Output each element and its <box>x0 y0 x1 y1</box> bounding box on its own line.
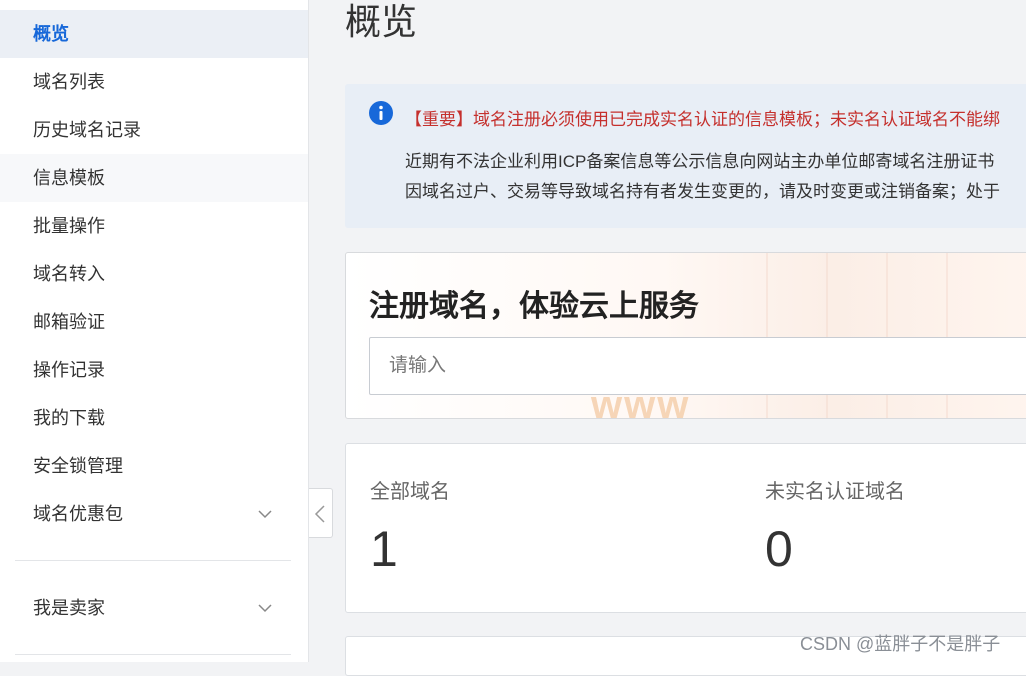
stat-label-all-domains: 全部域名 <box>370 481 450 503</box>
register-title: 注册域名，体验云上服务 <box>369 290 699 323</box>
domain-search-input[interactable]: 请输入 <box>369 337 1026 395</box>
info-icon <box>369 101 393 125</box>
sidebar-item-overview[interactable]: 概览 <box>0 10 308 58</box>
sidebar-item-label: 域名优惠包 <box>33 504 123 524</box>
notice-text: 近期有不法企业利用ICP备案信息等公示信息向网站主办单位邮寄域名注册证书 <box>405 152 995 171</box>
sidebar-item-label: 概览 <box>33 24 69 44</box>
sidebar-item-label: 邮箱验证 <box>33 312 105 332</box>
sidebar-item-my-downloads[interactable]: 我的下载 <box>0 394 308 442</box>
sidebar: 概览 域名列表 历史域名记录 信息模板 批量操作 域名转入 邮箱验证 操作记录 … <box>0 0 309 662</box>
sidebar-divider <box>15 654 291 655</box>
stat-value-unverified-domains[interactable]: 0 <box>765 520 793 578</box>
notice-text: 因域名过户、交易等导致域名持有者发生变更的，请及时变更或注销备案；处于 <box>405 182 1000 201</box>
sidebar-item-batch-operations[interactable]: 批量操作 <box>0 202 308 250</box>
sidebar-item-domain-list[interactable]: 域名列表 <box>0 58 308 106</box>
sidebar-item-domain-transfer-in[interactable]: 域名转入 <box>0 250 308 298</box>
sidebar-item-seller[interactable]: 我是卖家 <box>0 584 308 632</box>
sidebar-item-email-verification[interactable]: 邮箱验证 <box>0 298 308 346</box>
notice-banner: 【重要】域名注册必须使用已完成实名认证的信息模板；未实名认证域名不能绑 近期有不… <box>345 84 1026 228</box>
stat-value-all-domains[interactable]: 1 <box>370 520 398 578</box>
chevron-down-icon <box>258 510 272 519</box>
sidebar-item-info-templates[interactable]: 信息模板 <box>0 154 308 202</box>
sidebar-item-domain-discount-pack[interactable]: 域名优惠包 <box>0 490 308 538</box>
sidebar-item-label: 操作记录 <box>33 360 105 380</box>
sidebar-item-label: 信息模板 <box>33 168 105 188</box>
sidebar-item-operation-log[interactable]: 操作记录 <box>0 346 308 394</box>
stat-label-unverified-domains: 未实名认证域名 <box>765 481 905 503</box>
chevron-down-icon <box>258 604 272 613</box>
sidebar-item-label: 历史域名记录 <box>33 120 141 140</box>
domain-stats-card: 全部域名 1 未实名认证域名 0 <box>345 443 1026 613</box>
sidebar-item-label: 我的下载 <box>33 408 105 428</box>
watermark: CSDN @蓝胖子不是胖子 <box>800 634 1001 654</box>
sidebar-item-history-records[interactable]: 历史域名记录 <box>0 106 308 154</box>
register-domain-card: www 注册域名，体验云上服务 请输入 <box>345 252 1026 419</box>
sidebar-item-label: 域名转入 <box>33 264 105 284</box>
sidebar-item-label: 域名列表 <box>33 72 105 92</box>
sidebar-item-label: 我是卖家 <box>33 598 105 618</box>
sidebar-item-security-lock[interactable]: 安全锁管理 <box>0 442 308 490</box>
notice-important-text: 【重要】域名注册必须使用已完成实名认证的信息模板；未实名认证域名不能绑 <box>405 110 1000 129</box>
main-content: 概览 【重要】域名注册必须使用已完成实名认证的信息模板；未实名认证域名不能绑 近… <box>310 0 1026 676</box>
sidebar-divider <box>15 560 291 561</box>
sidebar-item-label: 安全锁管理 <box>33 456 123 476</box>
sidebar-item-label: 批量操作 <box>33 216 105 236</box>
page-title: 概览 <box>345 1 418 42</box>
